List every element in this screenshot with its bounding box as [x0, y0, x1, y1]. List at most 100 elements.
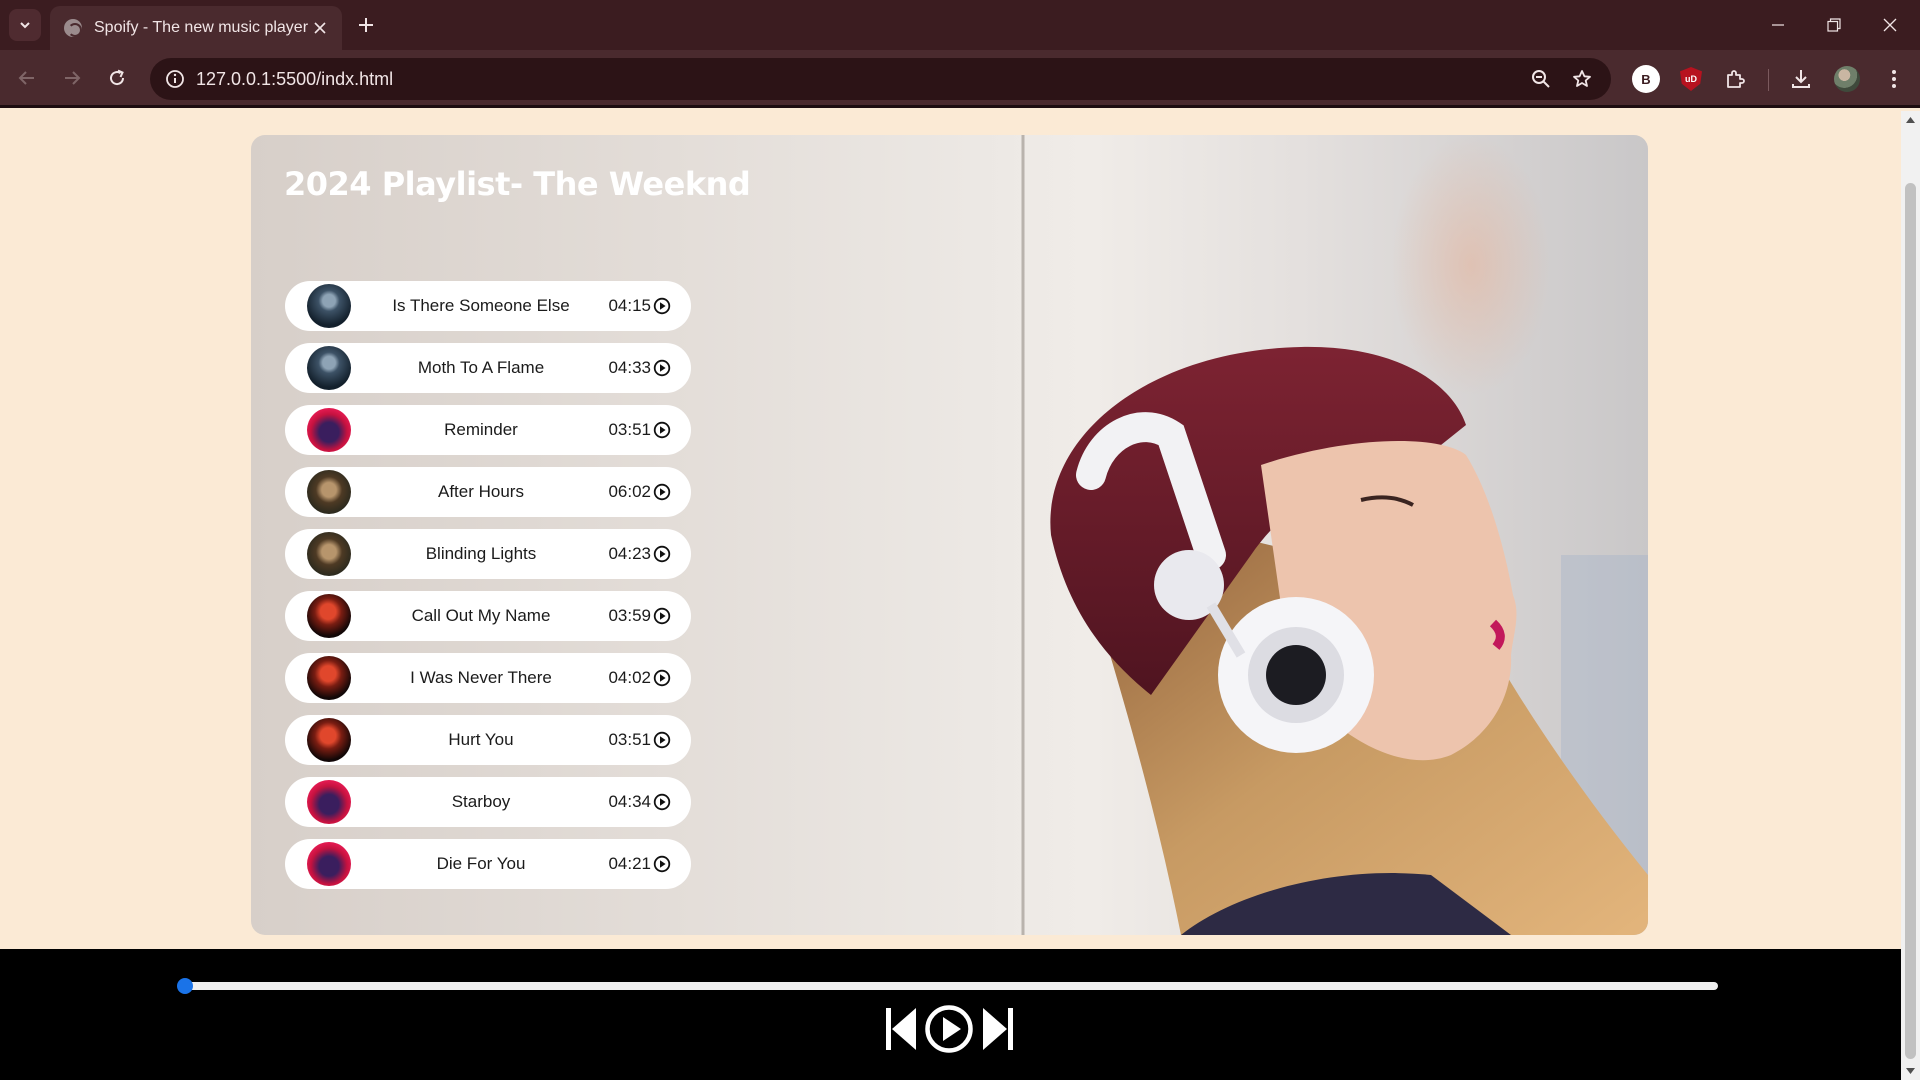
triangle-down-icon: [1906, 1068, 1915, 1074]
forward-button[interactable]: [56, 62, 88, 94]
song-item[interactable]: Moth To A Flame 04:33: [285, 343, 691, 393]
song-item[interactable]: Is There Someone Else 04:15: [285, 281, 691, 331]
play-circle-icon: [653, 793, 671, 811]
ublock-icon: uD: [1680, 67, 1702, 91]
bookmark-button[interactable]: [1567, 64, 1597, 94]
playlist-card: 2024 Playlist- The Weeknd Is There Someo…: [251, 135, 1648, 935]
restore-icon: [1827, 18, 1841, 32]
song-duration: 03:51: [608, 420, 651, 439]
song-play-button[interactable]: [653, 483, 671, 501]
next-button[interactable]: [981, 1004, 1015, 1054]
previous-button[interactable]: [884, 1004, 918, 1054]
song-item[interactable]: After Hours 06:02: [285, 467, 691, 517]
song-play-button[interactable]: [653, 421, 671, 439]
album-cover: [307, 718, 351, 762]
song-name: Blinding Lights: [425, 544, 537, 563]
address-bar[interactable]: 127.0.0.1:5500/indx.html: [150, 58, 1611, 100]
song-play-button[interactable]: [653, 545, 671, 563]
ublock-extension-button[interactable]: uD: [1675, 63, 1707, 95]
reload-icon: [110, 69, 125, 86]
album-cover: [307, 780, 351, 824]
site-info-button[interactable]: [160, 64, 190, 94]
chevron-down-icon: [20, 22, 30, 29]
song-item[interactable]: Die For You 04:21: [285, 839, 691, 889]
download-icon: [1792, 70, 1810, 88]
song-duration: 04:02: [608, 668, 651, 687]
triangle-up-icon: [1906, 117, 1915, 123]
seek-bar[interactable]: [177, 978, 1718, 994]
song-name: Moth To A Flame: [417, 358, 545, 377]
play-circle-icon: [653, 545, 671, 563]
avatar: [1834, 66, 1860, 92]
song-duration: 04:21: [608, 854, 651, 873]
downloads-button[interactable]: [1785, 63, 1817, 95]
song-item[interactable]: Starboy 04:34: [285, 777, 691, 827]
song-item[interactable]: I Was Never There 04:02: [285, 653, 691, 703]
profile-extension-button[interactable]: B: [1630, 63, 1662, 95]
new-tab-button[interactable]: [352, 11, 380, 39]
song-play-button[interactable]: [653, 359, 671, 377]
song-duration: 03:59: [608, 606, 651, 625]
song-play-button[interactable]: [653, 607, 671, 625]
album-cover: [307, 532, 351, 576]
profile-button[interactable]: [1831, 63, 1863, 95]
play-circle-icon: [653, 359, 671, 377]
next-icon: [983, 1008, 1013, 1050]
browser-tab[interactable]: Spoify - The new music player: [50, 6, 342, 50]
album-cover: [307, 470, 351, 514]
tab-close-button[interactable]: [310, 18, 330, 38]
browser-tabstrip: Spoify - The new music player: [0, 0, 1920, 50]
reload-button[interactable]: [101, 62, 133, 94]
play-button[interactable]: [924, 1004, 974, 1054]
tab-search-button[interactable]: [9, 9, 41, 41]
scroll-up-button[interactable]: [1901, 111, 1920, 129]
restore-button[interactable]: [1806, 0, 1862, 50]
song-item[interactable]: Blinding Lights 04:23: [285, 529, 691, 579]
player-bar: [0, 949, 1901, 1080]
song-play-button[interactable]: [653, 731, 671, 749]
close-window-button[interactable]: [1862, 0, 1918, 50]
album-cover: [307, 284, 351, 328]
song-play-button[interactable]: [653, 297, 671, 315]
play-circle-icon: [653, 483, 671, 501]
song-duration: 04:15: [608, 296, 651, 315]
play-circle-icon: [653, 421, 671, 439]
album-cover: [307, 408, 351, 452]
song-name: Starboy: [451, 792, 511, 811]
play-circle-icon: [653, 855, 671, 873]
album-cover: [307, 656, 351, 700]
toolbar-separator: [1768, 69, 1769, 91]
plus-icon: [359, 18, 373, 32]
browser-toolbar: 127.0.0.1:5500/indx.html B uD: [0, 50, 1920, 108]
album-cover: [307, 842, 351, 886]
playlist-title: 2024 Playlist- The Weeknd: [284, 165, 751, 203]
song-duration: 04:34: [608, 792, 651, 811]
play-circle-icon: [653, 669, 671, 687]
play-icon: [925, 1005, 973, 1053]
song-duration: 04:23: [608, 544, 651, 563]
minimize-icon: [1772, 24, 1784, 26]
song-list: Is There Someone Else 04:15 Moth To A Flam…: [285, 281, 691, 901]
song-name: Die For You: [436, 854, 526, 873]
scrollbar-thumb[interactable]: [1905, 183, 1916, 1059]
song-name: Reminder: [444, 420, 518, 439]
scroll-down-button[interactable]: [1901, 1062, 1920, 1080]
seek-bar-thumb[interactable]: [177, 978, 193, 994]
menu-button[interactable]: [1878, 63, 1910, 95]
song-item[interactable]: Call Out My Name 03:59: [285, 591, 691, 641]
back-button[interactable]: [11, 62, 43, 94]
song-item[interactable]: Reminder 03:51: [285, 405, 691, 455]
minimize-button[interactable]: [1750, 0, 1806, 50]
close-icon: [1883, 18, 1897, 32]
url-text[interactable]: 127.0.0.1:5500/indx.html: [196, 69, 393, 90]
song-name: I Was Never There: [410, 668, 552, 687]
page-scrollbar[interactable]: [1901, 111, 1920, 1080]
song-play-button[interactable]: [653, 855, 671, 873]
song-play-button[interactable]: [653, 669, 671, 687]
puzzle-icon: [1727, 70, 1745, 88]
song-play-button[interactable]: [653, 793, 671, 811]
zoom-button[interactable]: [1526, 64, 1556, 94]
song-item[interactable]: Hurt You 03:51: [285, 715, 691, 765]
play-circle-icon: [653, 297, 671, 315]
extensions-button[interactable]: [1720, 63, 1752, 95]
